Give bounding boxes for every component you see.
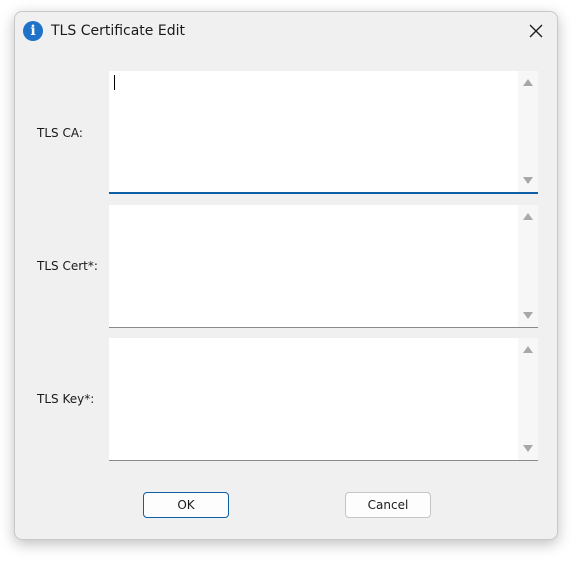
text-caret <box>114 75 115 90</box>
tls-cert-text[interactable] <box>109 205 518 327</box>
tls-cert-textarea[interactable] <box>109 205 538 328</box>
window-title: TLS Certificate Edit <box>51 23 185 39</box>
tls-ca-textarea[interactable] <box>109 71 538 194</box>
scroll-up-arrow-icon[interactable] <box>523 213 533 220</box>
scroll-up-arrow-icon[interactable] <box>523 79 533 86</box>
scroll-up-arrow-icon[interactable] <box>523 346 533 353</box>
tls-ca-label: TLS CA: <box>37 126 83 140</box>
cancel-button[interactable]: Cancel <box>345 492 431 518</box>
close-icon <box>529 24 543 38</box>
tls-key-text[interactable] <box>109 338 518 460</box>
tls-cert-scrollbar[interactable] <box>518 205 538 327</box>
info-icon: i <box>23 21 43 41</box>
tls-ca-scrollbar[interactable] <box>518 71 538 192</box>
scroll-down-arrow-icon[interactable] <box>523 445 533 452</box>
tls-key-label: TLS Key*: <box>37 392 95 406</box>
title-bar: i TLS Certificate Edit <box>15 12 557 49</box>
close-button[interactable] <box>521 17 551 45</box>
ok-button[interactable]: OK <box>143 492 229 518</box>
tls-cert-label: TLS Cert*: <box>37 259 98 273</box>
tls-certificate-dialog: i TLS Certificate Edit TLS CA: TLS Cert*… <box>14 11 558 540</box>
tls-ca-text[interactable] <box>109 71 518 192</box>
scroll-down-arrow-icon[interactable] <box>523 312 533 319</box>
scroll-down-arrow-icon[interactable] <box>523 177 533 184</box>
tls-key-scrollbar[interactable] <box>518 338 538 460</box>
tls-key-textarea[interactable] <box>109 338 538 461</box>
